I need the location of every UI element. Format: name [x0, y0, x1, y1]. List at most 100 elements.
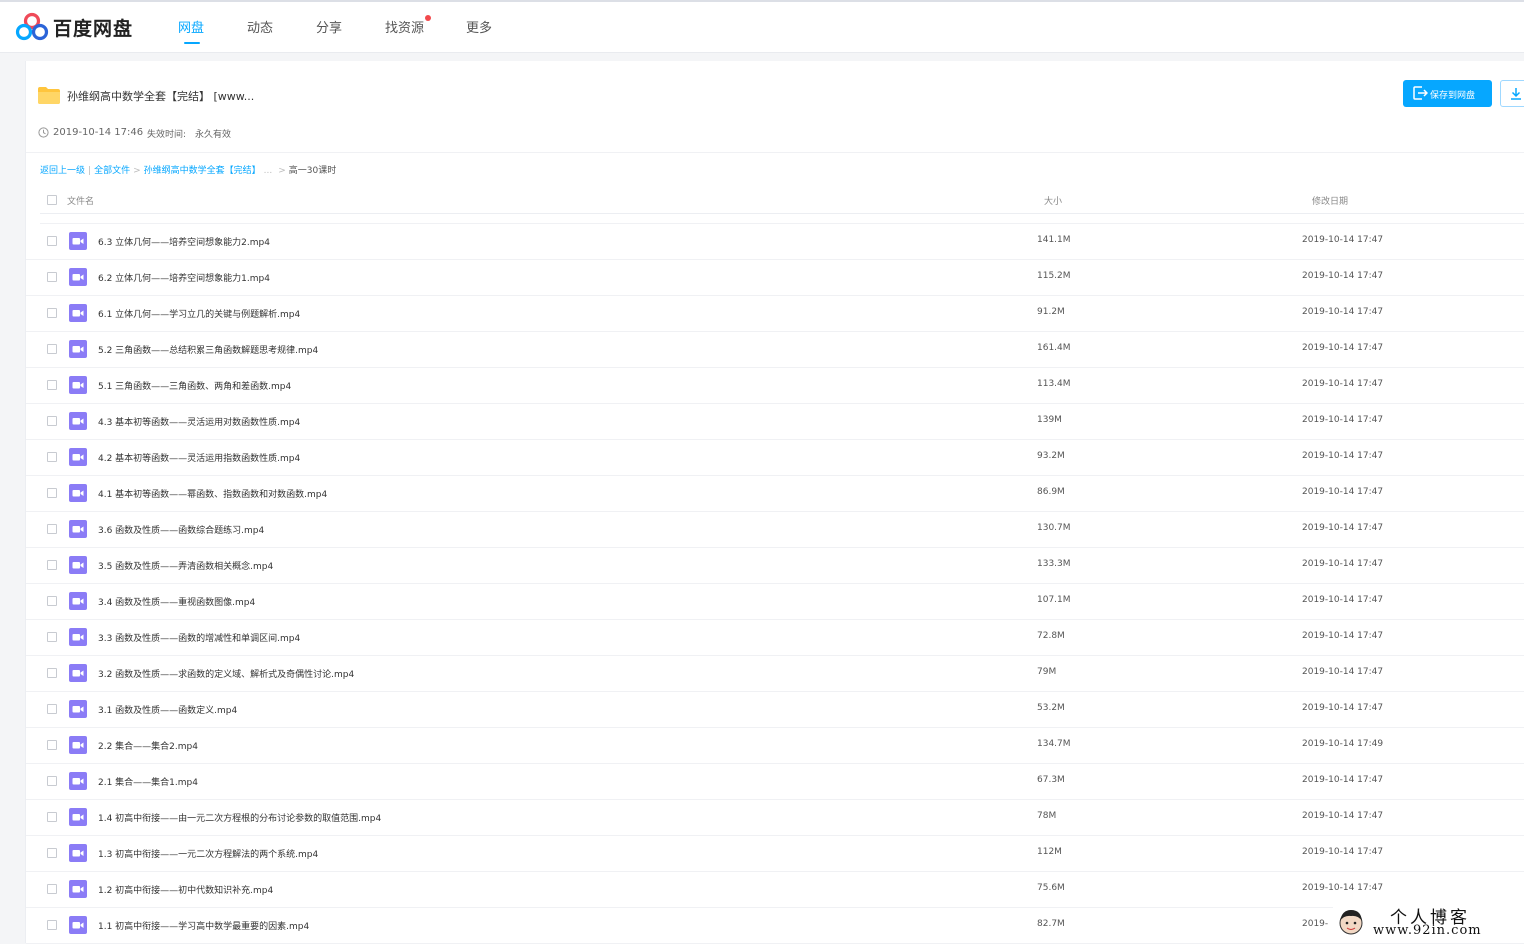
file-name[interactable]: 3.2 函数及性质——求函数的定义域、解析式及奇偶性讨论.mp4 — [98, 667, 354, 680]
breadcrumb-folder[interactable]: 孙维纲高中数学全套【完结】 — [144, 166, 261, 176]
file-name[interactable]: 6.1 立体几何——学习立几的关键与例题解析.mp4 — [98, 307, 300, 320]
file-name[interactable]: 1.1 初高中衔接——学习高中数学最重要的因素.mp4 — [98, 919, 309, 932]
file-checkbox[interactable] — [47, 524, 57, 534]
file-row[interactable]: 2.2 集合——集合2.mp4 134.7M 2019-10-14 17:49 — [26, 728, 1524, 764]
video-file-icon — [69, 700, 87, 718]
file-name[interactable]: 3.6 函数及性质——函数综合题练习.mp4 — [98, 523, 264, 536]
column-header-date[interactable]: 修改日期 — [1312, 194, 1348, 207]
share-title: 孙维纲高中数学全套【完结】 [www... — [67, 90, 255, 103]
baidu-netdisk-logo-icon[interactable] — [15, 12, 49, 42]
watermark-url: www.92in.com — [1373, 923, 1482, 938]
file-date: 2019-10-14 17:47 — [1302, 775, 1384, 785]
file-name[interactable]: 6.3 立体几何——培养空间想象能力2.mp4 — [98, 235, 270, 248]
file-checkbox[interactable] — [47, 272, 57, 282]
file-row[interactable]: 1.3 初高中衔接——一元二次方程解法的两个系统.mp4 112M 2019-10-… — [26, 836, 1524, 872]
file-date: 2019-10-14 17:47 — [1302, 415, 1384, 425]
file-name[interactable]: 3.4 函数及性质——重视函数图像.mp4 — [98, 595, 255, 608]
file-date: 2019-10-14 17:47 — [1302, 631, 1384, 641]
file-name[interactable]: 3.5 函数及性质——弄清函数相关概念.mp4 — [98, 559, 273, 572]
file-checkbox[interactable] — [47, 668, 57, 678]
select-all-checkbox[interactable] — [47, 195, 57, 205]
file-row[interactable]: 6.3 立体几何——培养空间想象能力2.mp4 141.1M 2019-10-14 … — [26, 224, 1524, 260]
file-name[interactable]: 1.2 初高中衔接——初中代数知识补充.mp4 — [98, 883, 273, 896]
breadcrumb-all-files[interactable]: 全部文件 — [94, 166, 130, 176]
download-button[interactable] — [1500, 80, 1524, 107]
video-file-icon — [69, 412, 87, 430]
brand-name[interactable]: 百度网盘 — [53, 14, 133, 41]
file-row[interactable]: 3.6 函数及性质——函数综合题练习.mp4 130.7M 2019-10-14 1… — [26, 512, 1524, 548]
file-row[interactable]: 3.4 函数及性质——重视函数图像.mp4 107.1M 2019-10-14 17… — [26, 584, 1524, 620]
file-name[interactable]: 4.3 基本初等函数——灵活运用对数函数性质.mp4 — [98, 415, 300, 428]
file-size: 78M — [1037, 811, 1057, 821]
file-row[interactable]: 5.1 三角函数——三角函数、两角和差函数.mp4 113.4M 2019-10-1… — [26, 368, 1524, 404]
video-file-icon — [69, 304, 87, 322]
nav-tab-netdisk[interactable]: 网盘 — [178, 17, 204, 36]
file-name[interactable]: 1.4 初高中衔接——由一元二次方程根的分布讨论参数的取值范围.mp4 — [98, 811, 381, 824]
file-name[interactable]: 4.2 基本初等函数——灵活运用指数函数性质.mp4 — [98, 451, 300, 464]
file-row[interactable]: 4.2 基本初等函数——灵活运用指数函数性质.mp4 93.2M 2019-10-1… — [26, 440, 1524, 476]
breadcrumb-back[interactable]: 返回上一级 — [40, 166, 85, 176]
file-name[interactable]: 4.1 基本初等函数——幂函数、指数函数和对数函数.mp4 — [98, 487, 327, 500]
breadcrumb-divider: | — [88, 166, 92, 176]
nav-tab-find-resources[interactable]: 找资源 — [385, 17, 424, 36]
file-name[interactable]: 2.2 集合——集合2.mp4 — [98, 739, 198, 752]
nav-tab-share[interactable]: 分享 — [316, 17, 342, 36]
file-checkbox[interactable] — [47, 848, 57, 858]
file-name[interactable]: 5.1 三角函数——三角函数、两角和差函数.mp4 — [98, 379, 291, 392]
file-checkbox[interactable] — [47, 812, 57, 822]
file-size: 130.7M — [1037, 523, 1071, 533]
file-row[interactable]: 3.2 函数及性质——求函数的定义域、解析式及奇偶性讨论.mp4 79M 2019-… — [26, 656, 1524, 692]
file-date: 2019-10-14 17:47 — [1302, 379, 1384, 389]
file-row[interactable]: 4.3 基本初等函数——灵活运用对数函数性质.mp4 139M 2019-10-14… — [26, 404, 1524, 440]
file-date: 2019-10-14 17:47 — [1302, 595, 1384, 605]
file-checkbox[interactable] — [47, 740, 57, 750]
breadcrumb-separator: > — [278, 166, 286, 176]
file-name[interactable]: 3.1 函数及性质——函数定义.mp4 — [98, 703, 237, 716]
file-name[interactable]: 3.3 函数及性质——函数的增减性和单调区间.mp4 — [98, 631, 300, 644]
file-size: 133.3M — [1037, 559, 1071, 569]
file-row[interactable]: 3.3 函数及性质——函数的增减性和单调区间.mp4 72.8M 2019-10-1… — [26, 620, 1524, 656]
file-checkbox[interactable] — [47, 308, 57, 318]
file-name[interactable]: 6.2 立体几何——培养空间想象能力1.mp4 — [98, 271, 270, 284]
file-checkbox[interactable] — [47, 632, 57, 642]
file-checkbox[interactable] — [47, 884, 57, 894]
file-checkbox[interactable] — [47, 416, 57, 426]
file-row[interactable]: 3.5 函数及性质——弄清函数相关概念.mp4 133.3M 2019-10-14 … — [26, 548, 1524, 584]
file-checkbox[interactable] — [47, 920, 57, 930]
file-checkbox[interactable] — [47, 236, 57, 246]
file-row[interactable]: 1.2 初高中衔接——初中代数知识补充.mp4 75.6M 2019-10-14 1… — [26, 872, 1524, 908]
file-checkbox[interactable] — [47, 452, 57, 462]
video-file-icon — [69, 880, 87, 898]
file-name[interactable]: 2.1 集合——集合1.mp4 — [98, 775, 198, 788]
file-checkbox[interactable] — [47, 596, 57, 606]
file-row[interactable]: 5.2 三角函数——总结积累三角函数解题思考规律.mp4 161.4M 2019-1… — [26, 332, 1524, 368]
file-row[interactable]: 6.1 立体几何——学习立几的关键与例题解析.mp4 91.2M 2019-10-1… — [26, 296, 1524, 332]
file-name[interactable]: 1.3 初高中衔接——一元二次方程解法的两个系统.mp4 — [98, 847, 318, 860]
file-row[interactable]: 3.1 函数及性质——函数定义.mp4 53.2M 2019-10-14 17:47 — [26, 692, 1524, 728]
folder-icon — [38, 87, 60, 104]
file-date: 2019-10-14 17:47 — [1302, 487, 1384, 497]
file-table-header: 文件名 大小 修改日期 — [26, 186, 1524, 213]
file-checkbox[interactable] — [47, 488, 57, 498]
column-header-size[interactable]: 大小 — [1044, 194, 1062, 207]
nav-tab-activity[interactable]: 动态 — [247, 17, 273, 36]
file-name[interactable]: 5.2 三角函数——总结积累三角函数解题思考规律.mp4 — [98, 343, 318, 356]
file-checkbox[interactable] — [47, 344, 57, 354]
file-checkbox[interactable] — [47, 380, 57, 390]
clock-icon — [38, 127, 49, 138]
file-row[interactable]: 6.2 立体几何——培养空间想象能力1.mp4 115.2M 2019-10-14 … — [26, 260, 1524, 296]
column-header-name[interactable]: 文件名 — [67, 194, 94, 207]
save-to-netdisk-button[interactable]: 保存到网盘 — [1403, 80, 1492, 107]
file-checkbox[interactable] — [47, 704, 57, 714]
file-row[interactable]: 2.1 集合——集合1.mp4 67.3M 2019-10-14 17:47 — [26, 764, 1524, 800]
nav-tab-more[interactable]: 更多 — [466, 17, 492, 36]
file-checkbox[interactable] — [47, 776, 57, 786]
file-row[interactable]: 1.4 初高中衔接——由一元二次方程根的分布讨论参数的取值范围.mp4 78M 20… — [26, 800, 1524, 836]
expire-value: 永久有效 — [195, 130, 232, 140]
file-row[interactable]: 1.1 初高中衔接——学习高中数学最重要的因素.mp4 82.7M 2019- — [26, 908, 1524, 944]
file-size: 112M — [1037, 847, 1062, 857]
save-button-label: 保存到网盘 — [1430, 91, 1476, 101]
file-date: 2019-10-14 17:47 — [1302, 307, 1384, 317]
file-checkbox[interactable] — [47, 560, 57, 570]
file-row[interactable]: 4.1 基本初等函数——幂函数、指数函数和对数函数.mp4 86.9M 2019-1… — [26, 476, 1524, 512]
